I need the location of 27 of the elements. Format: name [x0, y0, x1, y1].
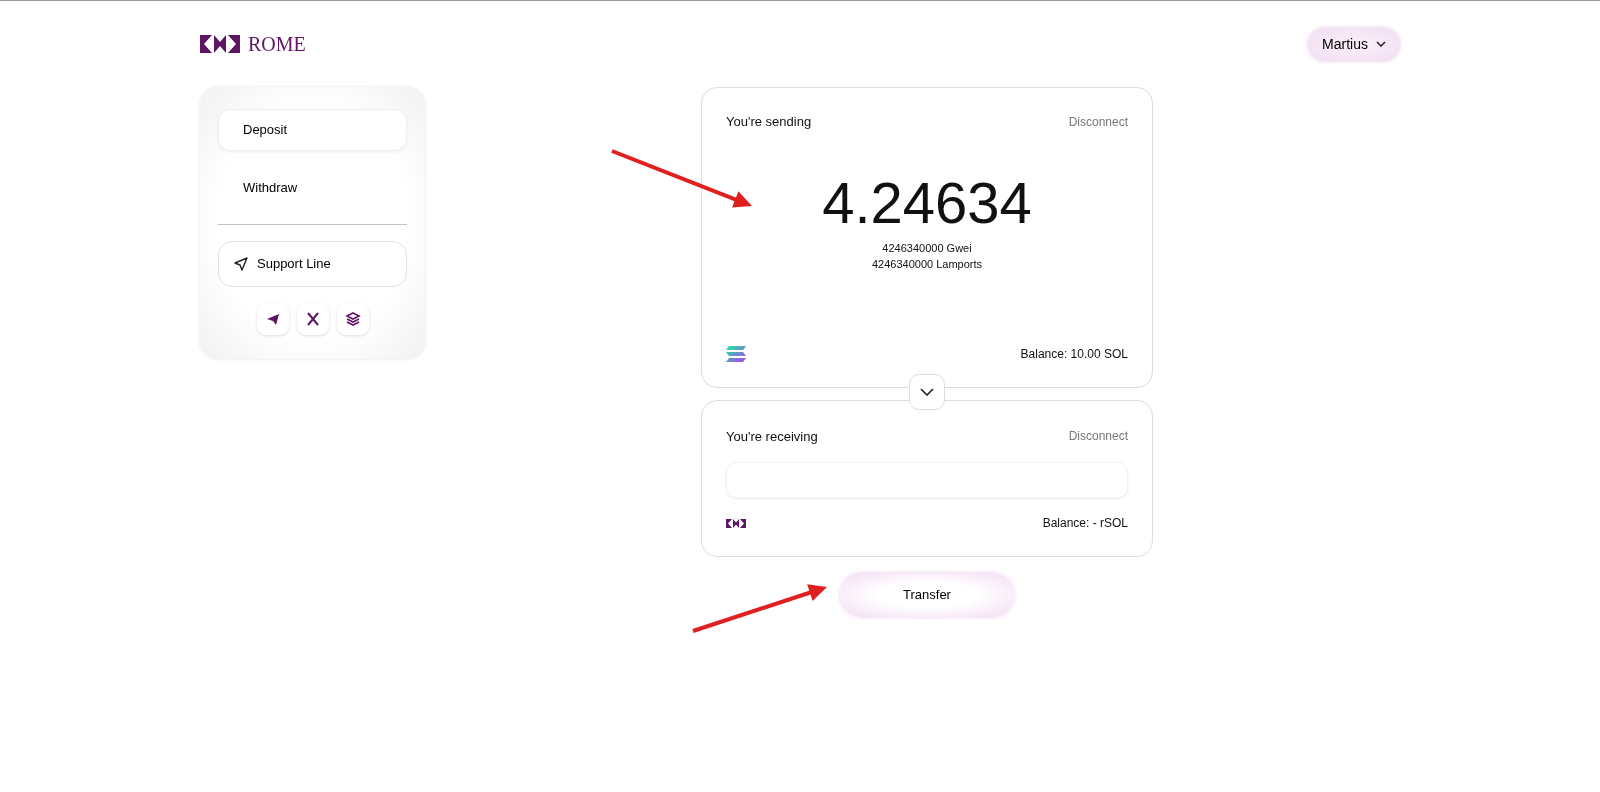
- social-link-button[interactable]: [296, 302, 329, 335]
- swap-direction-button[interactable]: [909, 373, 945, 410]
- sidebar-item[interactable]: Deposit: [218, 109, 407, 151]
- paper-plane-icon: [233, 255, 249, 272]
- chevron-down-icon: [1376, 41, 1386, 47]
- token-logo-icon: [726, 518, 746, 528]
- disconnect-link[interactable]: Disconnect: [1068, 427, 1128, 446]
- card-title: You're sending: [726, 113, 812, 131]
- stacked-layers-icon: [344, 310, 361, 327]
- social-link-button[interactable]: [256, 302, 289, 335]
- token-stripes-icon: [726, 345, 746, 362]
- support-line-button[interactable]: Support Line: [218, 241, 407, 287]
- amount-value: 4.24634: [821, 173, 1033, 232]
- social-link-button[interactable]: [336, 302, 369, 335]
- account-menu-button[interactable]: Martius: [1308, 27, 1400, 61]
- chevron-down-icon: [920, 387, 934, 396]
- card-title: You're receiving: [726, 427, 818, 446]
- transfer-button[interactable]: Transfer: [840, 573, 1014, 617]
- balance-text: Balance: - rSOL: [1042, 515, 1128, 532]
- x-letter-icon: [304, 310, 321, 327]
- brand-logo-icon: [200, 35, 240, 53]
- converted-amount: 4246340000 Lamports: [870, 257, 984, 272]
- converted-amount: 4246340000 Gwei: [881, 240, 973, 256]
- sidebar-item[interactable]: Withdraw: [218, 166, 407, 208]
- brand-name: ROME: [248, 32, 306, 57]
- balance-text: Balance: 10.00 SOL: [1020, 345, 1128, 363]
- disconnect-link[interactable]: Disconnect: [1068, 112, 1128, 131]
